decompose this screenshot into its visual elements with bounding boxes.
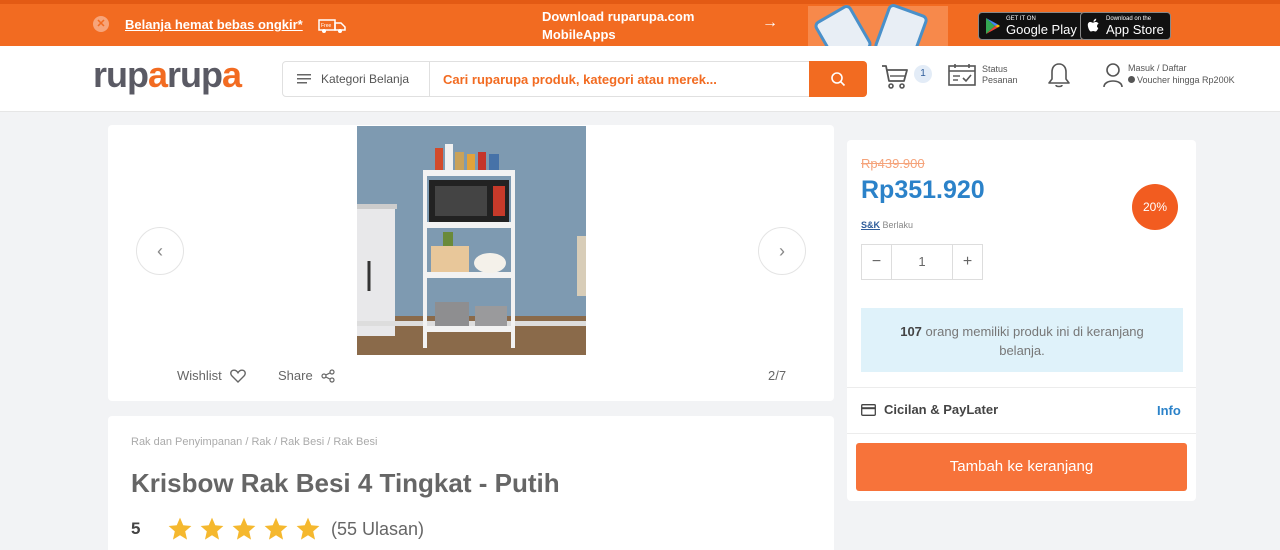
installment-info-link[interactable]: Info	[1157, 403, 1181, 418]
search-input[interactable]	[430, 61, 810, 97]
product-title: Krisbow Rak Besi 4 Tingkat - Putih	[131, 468, 560, 498]
search-icon	[831, 72, 846, 87]
promo-banner: ✕ Belanja hemat bebas ongkir* Free Downl…	[0, 0, 1280, 68]
order-status-icon	[948, 64, 976, 86]
increase-quantity-button[interactable]: +	[952, 245, 982, 279]
site-header: ruparupa Kategori Belanja 1	[0, 46, 1280, 112]
credit-card-icon	[861, 403, 876, 416]
phones-illustration	[808, 2, 948, 68]
notification-bell-icon[interactable]	[1046, 61, 1072, 89]
apple-icon	[1087, 18, 1099, 32]
add-to-cart-button[interactable]: Tambah ke keranjang	[856, 443, 1187, 491]
google-play-button[interactable]: GET IT ON Google Play	[978, 12, 1084, 40]
app-store-button[interactable]: Download on the App Store	[1080, 12, 1171, 40]
category-menu-button[interactable]: Kategori Belanja	[282, 61, 430, 97]
quantity-field[interactable]: 1	[892, 245, 952, 279]
purchase-panel: Rp439.900 Rp351.920 20% S&K Berlaku − 1 …	[847, 140, 1196, 501]
heart-icon	[229, 368, 246, 383]
terms-link[interactable]: S&K	[861, 220, 880, 230]
user-icon	[1103, 63, 1123, 88]
star-icon	[232, 517, 256, 540]
discount-badge: 20%	[1132, 184, 1178, 230]
star-icon	[200, 517, 224, 540]
image-counter: 2/7	[768, 368, 787, 383]
arrow-right-icon[interactable]: →	[762, 14, 778, 32]
google-play-icon	[986, 18, 1000, 34]
download-app-text[interactable]: Download ruparupa.com MobileApps	[542, 8, 742, 44]
decrease-quantity-button[interactable]: −	[862, 245, 892, 279]
terms-note: S&K Berlaku	[861, 220, 914, 230]
cart-count-badge: 1	[914, 65, 932, 83]
product-rating[interactable]: 5 (55 Ulasan)	[131, 516, 424, 542]
star-icon	[264, 517, 288, 540]
share-button[interactable]: Share	[278, 368, 335, 383]
installment-row[interactable]: Cicilan & PayLater	[861, 402, 998, 417]
ruparupa-logo[interactable]: ruparupa	[93, 54, 242, 96]
search-button[interactable]	[809, 61, 867, 97]
prev-image-button[interactable]: ‹	[136, 227, 184, 275]
share-icon	[321, 368, 335, 383]
chevron-right-icon: ›	[779, 240, 785, 261]
truck-icon: Free	[318, 19, 346, 33]
order-status-link[interactable]: Status Pesanan	[948, 63, 1018, 87]
cart-icon[interactable]	[880, 62, 910, 92]
sale-price: Rp351.920	[861, 176, 985, 204]
svg-text:Free: Free	[321, 23, 332, 29]
cart-popularity-notice: 107 orang memiliki produk ini di keranja…	[861, 308, 1183, 372]
product-gallery: ‹ › Wishlist Share 2/7	[108, 125, 834, 401]
product-image[interactable]	[357, 126, 586, 355]
close-icon[interactable]: ✕	[93, 16, 109, 32]
login-register-link[interactable]: Masuk / Daftar Voucher hingga Rp200K	[1102, 62, 1235, 88]
quantity-stepper: − 1 +	[861, 244, 983, 280]
reviews-count: (55 Ulasan)	[331, 518, 425, 539]
wishlist-button[interactable]: Wishlist	[177, 368, 246, 383]
star-icon	[168, 517, 192, 540]
menu-icon	[297, 74, 311, 84]
rating-value: 5	[131, 519, 141, 538]
chevron-left-icon: ‹	[157, 240, 163, 261]
free-shipping-link[interactable]: Belanja hemat bebas ongkir*	[125, 17, 303, 32]
next-image-button[interactable]: ›	[758, 227, 806, 275]
divider	[847, 433, 1196, 434]
star-icon	[296, 517, 320, 540]
voucher-dot-icon	[1128, 76, 1135, 83]
product-info: Rak dan Penyimpanan / Rak / Rak Besi / R…	[108, 416, 834, 550]
breadcrumb[interactable]: Rak dan Penyimpanan / Rak / Rak Besi / R…	[131, 436, 377, 448]
divider	[847, 387, 1196, 388]
original-price: Rp439.900	[861, 156, 925, 171]
